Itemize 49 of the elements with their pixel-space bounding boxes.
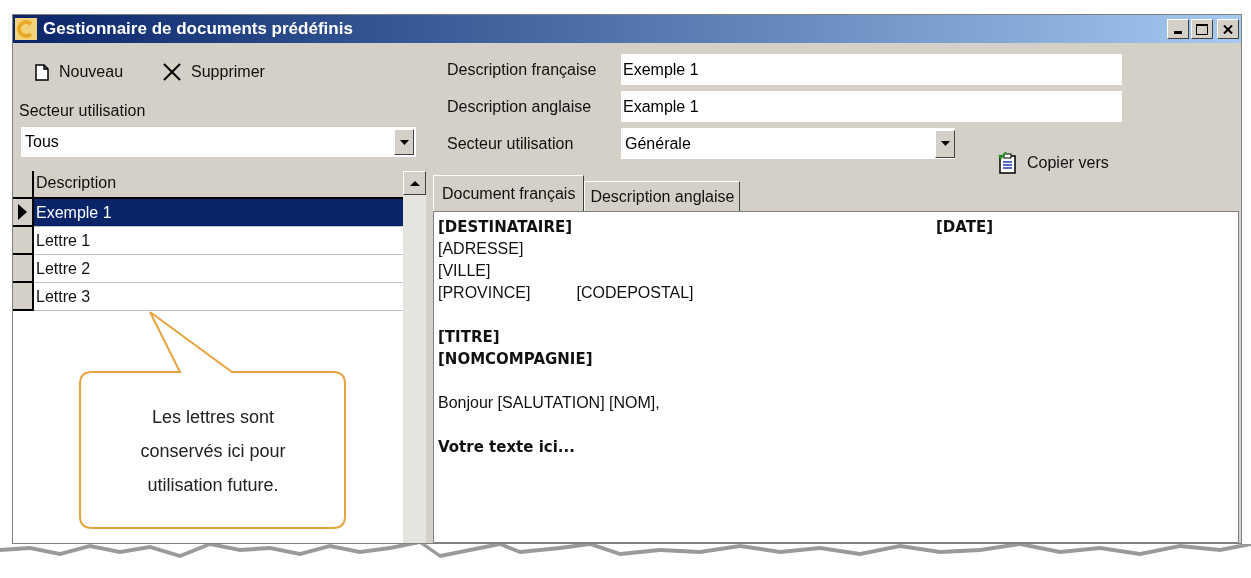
- field-label: Secteur utilisation: [447, 133, 575, 154]
- document-text: [CODEPOSTAL]: [576, 283, 694, 303]
- minimize-icon: [1174, 31, 1182, 34]
- copy-to-button[interactable]: Copier vers: [997, 151, 1109, 175]
- dropdown-arrow-button[interactable]: [935, 129, 955, 158]
- row-header[interactable]: [13, 199, 34, 227]
- delete-button[interactable]: Supprimer: [163, 60, 265, 84]
- app-icon: [15, 18, 37, 40]
- up-arrow-icon: [409, 180, 420, 186]
- document-text: [TITRE]: [438, 327, 500, 348]
- row-header[interactable]: [13, 227, 34, 255]
- clipboard-icon: [997, 152, 1019, 174]
- field-label: Secteur utilisation: [19, 101, 147, 121]
- scrollbar[interactable]: [403, 171, 426, 543]
- close-button[interactable]: [1217, 19, 1239, 39]
- field-label: Description anglaise: [447, 96, 593, 117]
- text-field[interactable]: Example 1: [621, 91, 1122, 122]
- window-title: Gestionnaire de documents prédéfinis: [43, 18, 353, 41]
- callout-text: Les lettres sont conservés ici pour utilisation future.: [139, 406, 287, 497]
- close-icon: [163, 63, 182, 81]
- row-header[interactable]: [13, 255, 34, 283]
- document-text: [DESTINATAIRE]: [438, 217, 574, 238]
- document-text: Votre texte ici...: [438, 437, 575, 458]
- sector-dropdown[interactable]: Tous: [21, 127, 416, 157]
- sector-dropdown[interactable]: Générale: [621, 128, 955, 159]
- scroll-up-button[interactable]: [403, 171, 426, 195]
- current-row-icon: [18, 204, 27, 220]
- close-icon: [1223, 24, 1233, 34]
- caret-icon: [940, 141, 950, 146]
- minimize-button[interactable]: [1167, 19, 1189, 39]
- text-field[interactable]: Exemple 1: [621, 54, 1122, 85]
- new-button[interactable]: Nouveau: [35, 60, 124, 84]
- field-label: Description française: [447, 59, 598, 80]
- document-icon: [35, 63, 49, 81]
- maximize-icon: [1196, 23, 1208, 35]
- document-editor[interactable]: [DESTINATAIRE] [DATE] [ADRESSE] [VILLE] [PROVINCE] [CODEPOSTAL] [TITRE] [NOMCOMPAGNIE] Bonjour [SALUTATION] [NOM], Votre texte ici...: [433, 211, 1239, 543]
- maximize-button[interactable]: [1191, 19, 1213, 39]
- tab[interactable]: Description anglaise: [584, 181, 741, 211]
- tab[interactable]: Document français: [433, 175, 585, 211]
- dropdown-arrow-button[interactable]: [394, 129, 414, 155]
- caret-icon: [399, 139, 409, 145]
- document-text: [ADRESSE]: [438, 239, 524, 259]
- document-text: Bonjour [SALUTATION] [NOM],: [438, 393, 660, 413]
- document-text: [VILLE]: [438, 261, 491, 281]
- row-header[interactable]: [13, 283, 34, 311]
- document-text: [DATE]: [936, 217, 994, 238]
- document-text: [NOMCOMPAGNIE]: [438, 349, 593, 370]
- grid-row[interactable]: Exemple 1: [34, 199, 403, 227]
- document-text: [PROVINCE]: [438, 283, 531, 303]
